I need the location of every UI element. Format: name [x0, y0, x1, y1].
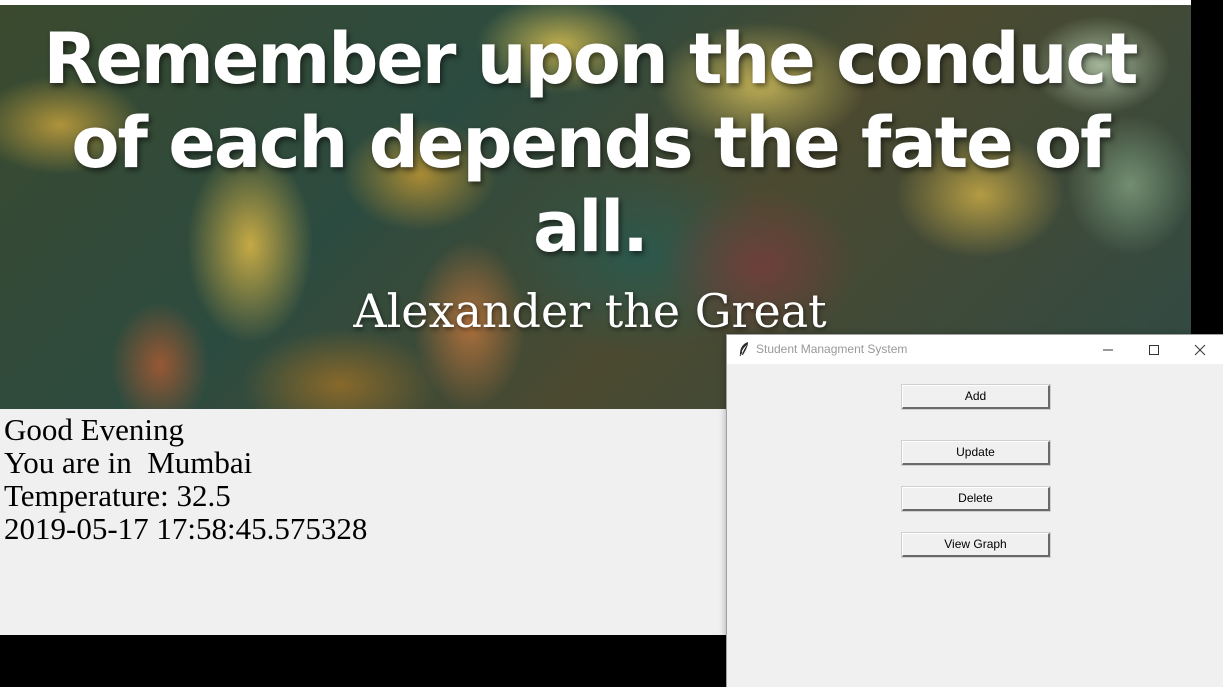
- close-icon: [1194, 344, 1206, 356]
- maximize-icon: [1149, 345, 1159, 355]
- dialog-titlebar[interactable]: Student Managment System: [727, 335, 1223, 364]
- close-button[interactable]: [1177, 335, 1223, 364]
- datetime-label: 2019-05-17 17:58:45.575328: [4, 511, 368, 546]
- info-panel: Good Evening You are in Mumbai Temperatu…: [4, 413, 367, 545]
- greeting-label: Good Evening: [4, 412, 184, 447]
- feather-icon: [737, 341, 751, 357]
- location-label: You are in Mumbai: [4, 445, 253, 480]
- temperature-label: Temperature: 32.5: [4, 478, 231, 513]
- minimize-icon: [1103, 349, 1113, 351]
- dialog-title: Student Managment System: [756, 342, 908, 356]
- minimize-button[interactable]: [1085, 335, 1131, 364]
- desktop: Remember upon the conduct of each depend…: [0, 0, 1223, 687]
- quote-text: Remember upon the conduct of each depend…: [43, 18, 1139, 268]
- view-graph-button[interactable]: View Graph: [901, 532, 1051, 558]
- quote-author: Alexander the Great: [353, 284, 827, 338]
- update-button[interactable]: Update: [901, 440, 1051, 466]
- student-management-dialog: Student Managment System Add Update Dele…: [726, 334, 1223, 687]
- add-button[interactable]: Add: [901, 384, 1051, 410]
- delete-button[interactable]: Delete: [901, 486, 1051, 512]
- maximize-button[interactable]: [1131, 335, 1177, 364]
